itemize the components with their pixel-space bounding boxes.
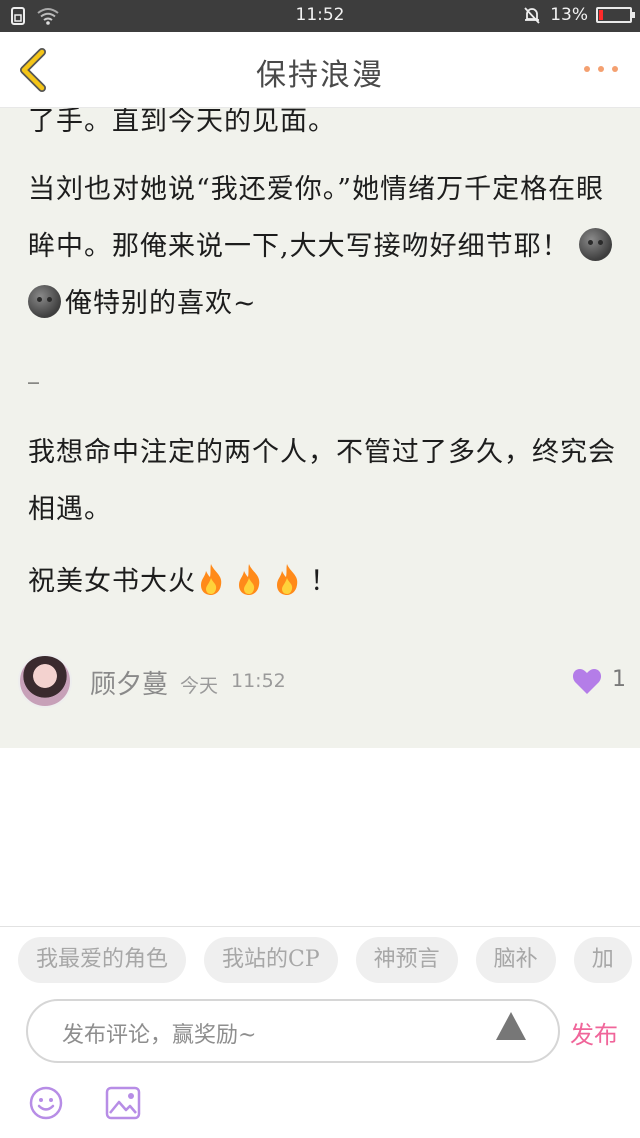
paragraph-tail: ！ <box>310 566 338 597</box>
paragraph: 我想命中注定的两个人，不管过了多久，终究会相遇。 <box>28 437 616 525</box>
comment-composer: 我最爱的角色 我站的CP 神预言 脑补 加 发布评论，赢奖励~ 发布 <box>0 926 640 1138</box>
comment-day: 今天 <box>180 675 219 697</box>
image-icon[interactable] <box>104 1085 142 1121</box>
new-moon-face-icon <box>579 228 613 261</box>
like-count: 1 <box>612 667 626 692</box>
nav-bar: 保持浪漫 <box>0 32 640 108</box>
more-dot <box>612 66 618 72</box>
comment-meta: 顾夕蔓 今天 11:52 1 <box>18 654 628 710</box>
smiley-icon[interactable] <box>28 1085 64 1121</box>
more-button[interactable] <box>584 66 618 72</box>
comment-author[interactable]: 顾夕蔓 <box>90 664 168 701</box>
more-dots-icon <box>584 66 590 72</box>
paragraph-text: 祝美女书大火 <box>28 566 196 597</box>
triangle-up-icon[interactable] <box>494 1009 528 1043</box>
more-dot <box>598 66 604 72</box>
paragraph-text: 当刘也对她说“我还爱你。”她情绪万千定格在眼眸中。那俺来说一下,大大写接吻好细节… <box>28 174 605 262</box>
comment-input[interactable]: 发布评论，赢奖励~ <box>26 999 560 1063</box>
battery-level <box>599 10 603 20</box>
paragraph: 了手。直到今天的见面。 <box>28 108 336 137</box>
status-right: 13% <box>522 5 635 25</box>
avatar[interactable] <box>18 654 72 708</box>
heart-icon[interactable] <box>572 667 602 695</box>
comment-content: 了手。直到今天的见面。 当刘也对她说“我还爱你。”她情绪万千定格在眼眸中。那俺来… <box>0 108 640 748</box>
fire-icon <box>239 564 260 595</box>
tag-chip[interactable]: 我站的CP <box>204 937 338 983</box>
quick-tags: 我最爱的角色 我站的CP 神预言 脑补 加 <box>18 937 632 983</box>
fire-icon <box>277 564 298 595</box>
bell-muted-icon <box>524 7 540 24</box>
paragraph-tail: 俺特别的喜欢~ <box>65 288 257 319</box>
tag-chip[interactable]: 加 <box>573 937 632 983</box>
page-title: 保持浪漫 <box>256 58 384 93</box>
send-button[interactable]: 发布 <box>570 1015 618 1050</box>
new-moon-face-icon <box>28 285 61 318</box>
tag-chip[interactable]: 脑补 <box>475 937 556 983</box>
tag-chip[interactable]: 我最爱的角色 <box>18 937 187 983</box>
paragraph: 当刘也对她说“我还爱你。”她情绪万千定格在眼眸中。那俺来说一下,大大写接吻好细节… <box>28 161 618 332</box>
comment-placeholder: 发布评论，赢奖励~ <box>62 1023 257 1048</box>
battery-icon <box>596 7 635 23</box>
battery-percent: 13% <box>550 5 588 25</box>
tag-chip[interactable]: 神预言 <box>355 937 458 983</box>
paragraph: 祝美女书大火 ！ <box>28 553 618 610</box>
comment-time: 11:52 <box>231 670 286 692</box>
status-bar: 11:52 13% <box>0 0 640 32</box>
paragraph: _ <box>28 359 40 384</box>
fire-icon <box>201 564 222 595</box>
